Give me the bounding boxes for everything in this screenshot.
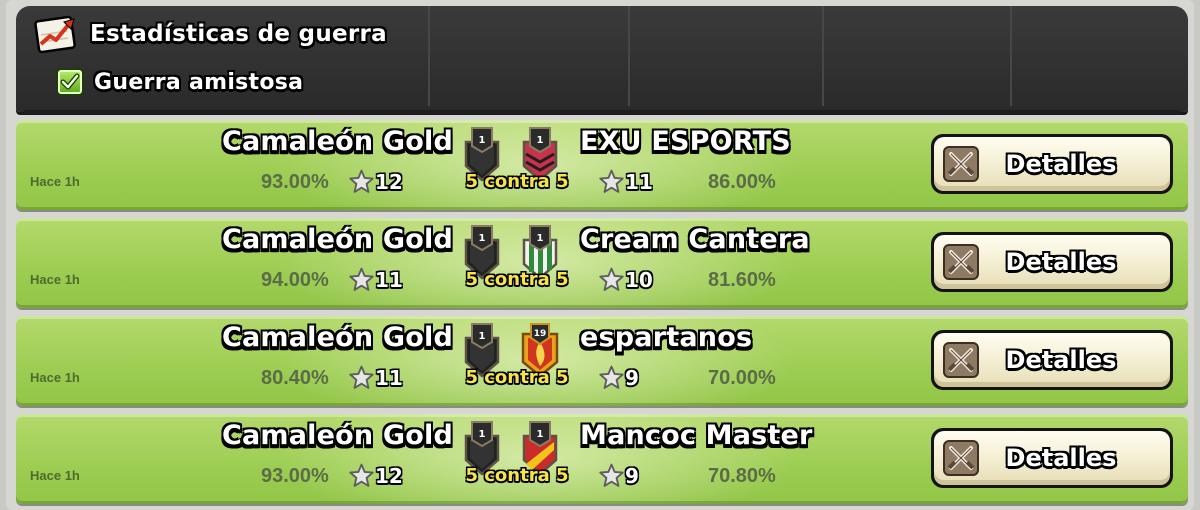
- opponent-destruction-percent: 81.60%: [708, 269, 776, 291]
- details-button-label: Detalles: [1005, 150, 1117, 178]
- war-size: 5 contra 5: [465, 367, 569, 388]
- home-destruction-percent: 80.40%: [261, 367, 329, 389]
- opponent-clan-name: espartanos: [580, 322, 753, 353]
- header-divider: [1010, 6, 1012, 106]
- war-log-row: Hace 1h Camaleón Gold 1 1 Cream Cantera …: [16, 218, 1188, 308]
- svg-text:1: 1: [479, 135, 486, 146]
- home-star-count: 12: [375, 169, 403, 194]
- star-icon: [349, 365, 374, 390]
- stats-chart-icon: [34, 15, 76, 54]
- war-time: Hace 1h: [30, 174, 80, 189]
- details-button-label: Detalles: [1005, 444, 1117, 472]
- page-title: Estadísticas de guerra: [90, 21, 387, 47]
- star-icon: [599, 365, 624, 390]
- svg-text:1: 1: [537, 429, 544, 440]
- details-button-label: Detalles: [1005, 248, 1117, 276]
- svg-text:1: 1: [479, 233, 486, 244]
- home-clan-name: Camaleón Gold: [221, 322, 453, 353]
- crossed-swords-icon: [942, 243, 980, 281]
- opponent-star-count: 9: [625, 365, 639, 390]
- header-divider: [822, 6, 824, 106]
- title-row: Estadísticas de guerra: [34, 14, 387, 54]
- war-time: Hace 1h: [30, 468, 80, 483]
- war-size: 5 contra 5: [465, 171, 569, 192]
- war-log-row: Hace 1h Camaleón Gold 1 1 Mancoc Master …: [16, 414, 1188, 504]
- crossed-swords-icon: [942, 145, 980, 183]
- war-time: Hace 1h: [30, 272, 80, 287]
- crossed-swords-icon: [942, 341, 980, 379]
- opponent-destruction-percent: 70.00%: [708, 367, 776, 389]
- crossed-swords-icon: [942, 439, 980, 477]
- opponent-star-count: 11: [625, 169, 653, 194]
- home-star-count: 11: [375, 267, 403, 292]
- header-divider: [428, 6, 430, 106]
- home-destruction-percent: 94.00%: [261, 269, 329, 291]
- opponent-stars: 10: [599, 267, 653, 292]
- home-stars: 12: [349, 463, 403, 488]
- war-size: 5 contra 5: [465, 465, 569, 486]
- opponent-clan-name: Mancoc Master: [580, 420, 813, 451]
- opponent-stars: 11: [599, 169, 653, 194]
- opponent-stars: 9: [599, 365, 639, 390]
- checkmark-icon: [60, 73, 80, 90]
- header-bottom-strip: [24, 110, 1180, 114]
- home-stars: 11: [349, 267, 403, 292]
- star-icon: [349, 169, 374, 194]
- opponent-clan-name: EXU ESPORTS: [580, 126, 791, 157]
- home-destruction-percent: 93.00%: [261, 171, 329, 193]
- opponent-destruction-percent: 86.00%: [708, 171, 776, 193]
- home-clan-name: Camaleón Gold: [221, 224, 453, 255]
- svg-text:1: 1: [537, 135, 544, 146]
- header-divider: [628, 6, 630, 106]
- war-size: 5 contra 5: [465, 269, 569, 290]
- war-stats-header: Estadísticas de guerra Guerra amistosa: [16, 6, 1188, 114]
- home-star-count: 11: [375, 365, 403, 390]
- war-log-row: Hace 1h Camaleón Gold 1 19 espartanos 80…: [16, 316, 1188, 406]
- svg-text:1: 1: [479, 429, 486, 440]
- friendly-war-filter[interactable]: Guerra amistosa: [54, 68, 303, 96]
- opponent-clan-name: Cream Cantera: [580, 224, 810, 255]
- opponent-star-count: 9: [625, 463, 639, 488]
- star-icon: [349, 267, 374, 292]
- home-clan-name: Camaleón Gold: [221, 126, 453, 157]
- star-icon: [349, 463, 374, 488]
- details-button[interactable]: Detalles: [931, 134, 1173, 194]
- details-button[interactable]: Detalles: [931, 428, 1173, 488]
- opponent-star-count: 10: [625, 267, 653, 292]
- details-button[interactable]: Detalles: [931, 232, 1173, 292]
- friendly-war-label: Guerra amistosa: [94, 69, 304, 95]
- details-button[interactable]: Detalles: [931, 330, 1173, 390]
- star-icon: [599, 267, 624, 292]
- war-log-row: Hace 1h Camaleón Gold 1 1 EXU ESPORTS 93…: [16, 120, 1188, 210]
- war-time: Hace 1h: [30, 370, 80, 385]
- opponent-stars: 9: [599, 463, 639, 488]
- home-destruction-percent: 93.00%: [261, 465, 329, 487]
- star-icon: [599, 463, 624, 488]
- svg-text:19: 19: [534, 329, 547, 339]
- svg-text:1: 1: [479, 331, 486, 342]
- star-icon: [599, 169, 624, 194]
- home-star-count: 12: [375, 463, 403, 488]
- home-clan-name: Camaleón Gold: [221, 420, 453, 451]
- friendly-war-checkbox[interactable]: [56, 68, 84, 96]
- details-button-label: Detalles: [1005, 346, 1117, 374]
- svg-text:1: 1: [537, 233, 544, 244]
- home-stars: 11: [349, 365, 403, 390]
- opponent-destruction-percent: 70.80%: [708, 465, 776, 487]
- home-stars: 12: [349, 169, 403, 194]
